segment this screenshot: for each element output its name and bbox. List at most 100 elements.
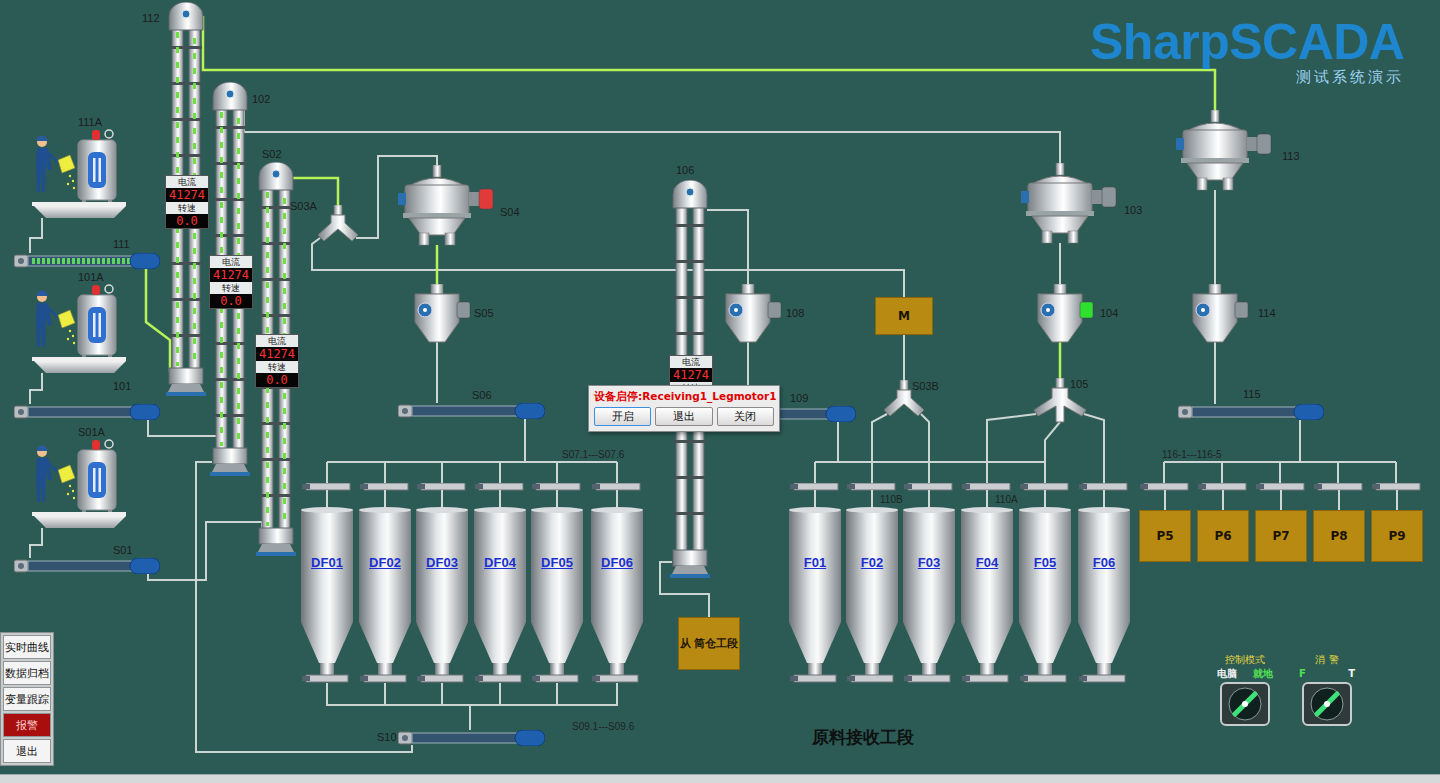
silo-label[interactable]: F04: [960, 555, 1014, 571]
silo[interactable]: DF05: [530, 483, 584, 683]
speed-value: 0.0: [256, 373, 298, 387]
pipe: [30, 528, 42, 558]
bin[interactable]: P6: [1196, 483, 1250, 562]
silo[interactable]: F04: [960, 483, 1014, 683]
tank-label: 101A: [78, 271, 104, 284]
feed-tank[interactable]: S01A: [28, 430, 128, 530]
bin[interactable]: P9: [1370, 483, 1424, 562]
feed-tank[interactable]: 101A: [28, 275, 128, 375]
silo-icon: [1018, 483, 1072, 683]
screw-conveyor[interactable]: [14, 558, 160, 574]
menu-button[interactable]: 退出: [3, 739, 51, 763]
pipe: [872, 414, 929, 483]
silo-label[interactable]: F05: [1018, 555, 1072, 571]
switch-title: 消 警: [1315, 654, 1338, 666]
dialog-button[interactable]: 退出: [655, 407, 712, 426]
group-note: S09.1---S09.6: [572, 720, 634, 733]
bin[interactable]: P5: [1138, 483, 1192, 562]
screw-conveyor[interactable]: [14, 253, 160, 269]
separator[interactable]: [395, 165, 495, 247]
switch-option[interactable]: 就地: [1253, 668, 1273, 680]
separator[interactable]: [1173, 110, 1273, 192]
silo[interactable]: DF04: [473, 483, 527, 683]
silo-label[interactable]: F06: [1077, 555, 1131, 571]
screw-conveyor[interactable]: [398, 730, 545, 746]
separator-icon: [1173, 110, 1273, 192]
menu-button[interactable]: 实时曲线: [3, 635, 51, 659]
logo-subtitle: 测试系统演示: [1296, 68, 1404, 86]
switch-option[interactable]: 电脑: [1217, 668, 1237, 680]
dialog-button[interactable]: 开启: [594, 407, 651, 426]
silo-label[interactable]: DF02: [358, 555, 412, 571]
slide-gate-icon: [1312, 483, 1366, 510]
current-value: 41274: [670, 368, 712, 382]
selector-switch[interactable]: 消 警 F T: [1298, 654, 1356, 726]
silo-icon: [530, 483, 584, 683]
silo[interactable]: DF01: [300, 483, 354, 683]
rotary-feeder[interactable]: [1030, 284, 1094, 344]
conveyor-label: 101: [113, 380, 131, 393]
diverter[interactable]: [316, 205, 360, 245]
current-caption: 电流: [256, 335, 298, 347]
pipe: [196, 462, 412, 752]
screw-conveyor-icon: [14, 558, 160, 574]
silo-label[interactable]: DF04: [473, 555, 527, 571]
dialog-button[interactable]: 关闭: [717, 407, 774, 426]
selector-dial-icon[interactable]: [1302, 682, 1352, 726]
switch-option[interactable]: F: [1299, 668, 1306, 680]
diverter-label: S03B: [912, 380, 939, 393]
silo-label[interactable]: DF01: [300, 555, 354, 571]
silo-label[interactable]: DF06: [590, 555, 644, 571]
pipe: [1059, 243, 1061, 284]
bottom-strip: [0, 774, 1440, 783]
pipe: [148, 522, 262, 580]
silo-label[interactable]: F02: [845, 555, 899, 571]
silo[interactable]: DF02: [358, 483, 412, 683]
silo-icon: [960, 483, 1014, 683]
conveyor-label: 115: [1243, 388, 1261, 401]
rotary-feeder[interactable]: [407, 284, 471, 344]
silo[interactable]: F03: [902, 483, 956, 683]
current-caption: 电流: [210, 256, 252, 268]
slide-gate-icon: [1138, 483, 1192, 510]
screw-conveyor[interactable]: [14, 404, 160, 420]
silo-label[interactable]: F03: [902, 555, 956, 571]
pipe: [30, 218, 42, 253]
screw-conveyor-icon: [398, 403, 545, 419]
elevator-meter: 电流41274转速0.0: [165, 175, 209, 229]
screw-conveyor[interactable]: [1178, 404, 1324, 420]
silo-label[interactable]: F01: [788, 555, 842, 571]
pipe: [903, 335, 905, 380]
silo[interactable]: F05: [1018, 483, 1072, 683]
rotary-feeder[interactable]: [1185, 284, 1249, 344]
bin[interactable]: P8: [1312, 483, 1366, 562]
pipe: [148, 418, 220, 452]
separator-label: 113: [1282, 150, 1300, 163]
switch-option[interactable]: T: [1348, 668, 1355, 680]
menu-button[interactable]: 变量跟踪: [3, 687, 51, 711]
rotary-feeder[interactable]: [718, 284, 782, 344]
screw-conveyor[interactable]: [398, 403, 545, 419]
rotary-feeder-icon: [1030, 284, 1094, 344]
silo[interactable]: F02: [845, 483, 899, 683]
separator[interactable]: [1018, 163, 1118, 245]
silo-label[interactable]: DF03: [415, 555, 469, 571]
equipment-box[interactable]: M: [875, 297, 933, 335]
silo[interactable]: F01: [788, 483, 842, 683]
feeder-label: 114: [1258, 307, 1276, 320]
menu-button[interactable]: 报警: [3, 713, 51, 737]
feed-tank[interactable]: 111A: [28, 120, 128, 220]
selector-switch[interactable]: 控制模式电脑就地: [1216, 654, 1274, 726]
silo-icon: [473, 483, 527, 683]
bin[interactable]: P7: [1254, 483, 1308, 562]
selector-dial-icon[interactable]: [1220, 682, 1270, 726]
silo-label[interactable]: DF05: [530, 555, 584, 571]
silo[interactable]: F06: [1077, 483, 1131, 683]
pipe: [30, 373, 42, 404]
equipment-box[interactable]: 从 筒仓工段: [678, 617, 740, 670]
silo[interactable]: DF06: [590, 483, 644, 683]
pipe: [1214, 342, 1216, 404]
menu-button[interactable]: 数据归档: [3, 661, 51, 685]
silo[interactable]: DF03: [415, 483, 469, 683]
two-way-diverter-icon: [316, 205, 360, 245]
